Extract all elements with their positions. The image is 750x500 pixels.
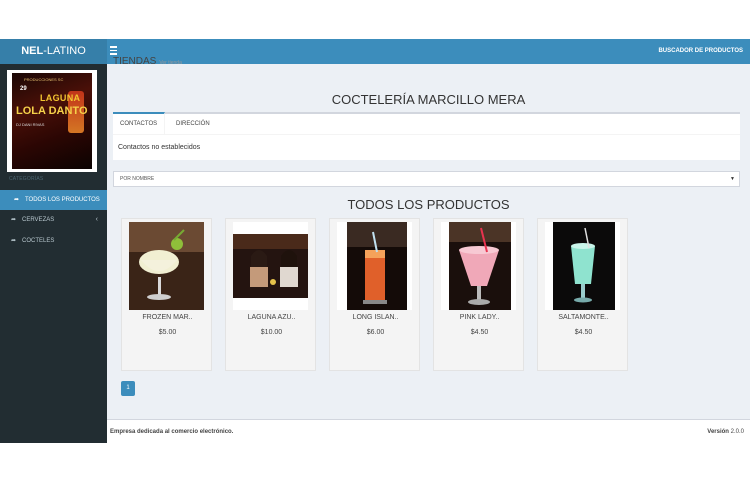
product-card[interactable]: LONG ISLAN.. $6.00 — [329, 218, 420, 371]
app-window: NEL-LATINO BUSCADOR DE PRODUCTOS PRODUCC… — [0, 39, 750, 443]
product-image-saltamontes — [545, 222, 620, 310]
poster-text-4: LOLA DANTO — [16, 105, 88, 117]
poster-text-2: 29 — [20, 86, 27, 92]
share-icon: ➦ — [11, 238, 17, 244]
tab-direccion[interactable]: DIRECCIÓN — [169, 114, 217, 134]
page-header: TIENDAS Ver tienda — [113, 56, 182, 67]
product-search-link[interactable]: BUSCADOR DE PRODUCTOS — [658, 39, 743, 64]
product-name: LONG ISLAN.. — [352, 314, 399, 321]
product-card[interactable]: FROZEN MAR.. $5.00 — [121, 218, 212, 371]
product-card[interactable]: LAGUNA AZU.. $10.00 — [225, 218, 316, 371]
categories-header: CATEGORÍAS — [9, 176, 44, 182]
tab-contactos[interactable]: CONTACTOS — [113, 112, 166, 134]
product-price: $10.00 — [260, 329, 283, 336]
store-info-tabs: CONTACTOS DIRECCIÓN Contactos no estable… — [113, 112, 740, 160]
sidebar-item-label: CERVEZAS — [22, 217, 55, 223]
store-poster-image: PRODUCCIONES SC 29 LAGUNA LOLA DANTO DJ … — [7, 70, 97, 172]
footer: Empresa dedicada al comercio electrónico… — [107, 419, 750, 443]
tab-content-text: Contactos no establecidos — [118, 144, 201, 151]
app-logo[interactable]: NEL-LATINO — [0, 39, 107, 64]
logo-bold: NEL — [21, 45, 44, 57]
sidebar-item-label: TODOS LOS PRODUCTOS — [25, 197, 100, 203]
product-card[interactable]: PINK LADY.. $4.50 — [433, 218, 524, 371]
poster-text-1: PRODUCCIONES SC — [24, 77, 64, 82]
product-price: $4.50 — [574, 329, 593, 336]
sort-select-value: POR NOMBRE — [120, 176, 155, 182]
sidebar-item-all-products[interactable]: ➦ TODOS LOS PRODUCTOS — [0, 190, 107, 210]
share-icon: ➦ — [14, 197, 20, 203]
product-name: LAGUNA AZU.. — [247, 314, 296, 321]
chevron-left-icon: ‹ — [95, 216, 98, 223]
product-name: SALTAMONTE.. — [558, 314, 609, 321]
product-image-long-island — [337, 222, 412, 310]
footer-version: Versión 2.0.0 — [707, 429, 744, 435]
store-title: COCTELERÍA MARCILLO MERA — [331, 92, 526, 107]
sidebar-item-cervezas[interactable]: ➦ CERVEZAS ‹ — [0, 210, 107, 230]
product-image-frozen — [129, 222, 204, 310]
product-name: FROZEN MAR.. — [142, 314, 193, 321]
menu-toggle-icon[interactable] — [110, 46, 117, 55]
tab-divider — [113, 134, 740, 135]
sidebar-item-label: COCTELES — [22, 238, 55, 244]
sidebar-item-cocteles[interactable]: ➦ COCTELES — [0, 231, 107, 251]
version-number: 2.0.0 — [730, 429, 744, 435]
product-price: $4.50 — [470, 329, 489, 336]
product-price: $6.00 — [366, 329, 385, 336]
pagination-page-1[interactable]: 1 — [121, 381, 135, 396]
products-title: TODOS LOS PRODUCTOS — [347, 197, 510, 212]
product-name: PINK LADY.. — [459, 314, 500, 321]
page-header-subtitle: Ver tienda — [159, 60, 182, 66]
footer-description: Empresa dedicada al comercio electrónico… — [110, 429, 234, 435]
logo-rest: -LATINO — [43, 45, 86, 57]
product-image-pink-lady — [441, 222, 516, 310]
version-label: Versión — [707, 429, 729, 435]
share-icon: ➦ — [11, 217, 17, 223]
main-content: TIENDAS Ver tienda COCTELERÍA MARCILLO ME… — [107, 56, 750, 419]
product-card[interactable]: SALTAMONTE.. $4.50 — [537, 218, 628, 371]
dropdown-arrow-icon: ▼ — [730, 176, 735, 182]
poster-text-5: DJ DANI RIVAS — [16, 122, 45, 127]
poster-text-3: LAGUNA — [40, 93, 81, 103]
sort-select[interactable]: POR NOMBRE ▼ — [113, 171, 740, 187]
sidebar: PRODUCCIONES SC 29 LAGUNA LOLA DANTO DJ … — [0, 64, 107, 443]
product-image-laguna — [233, 222, 308, 310]
page-header-title: TIENDAS — [113, 56, 157, 67]
product-price: $5.00 — [158, 329, 177, 336]
